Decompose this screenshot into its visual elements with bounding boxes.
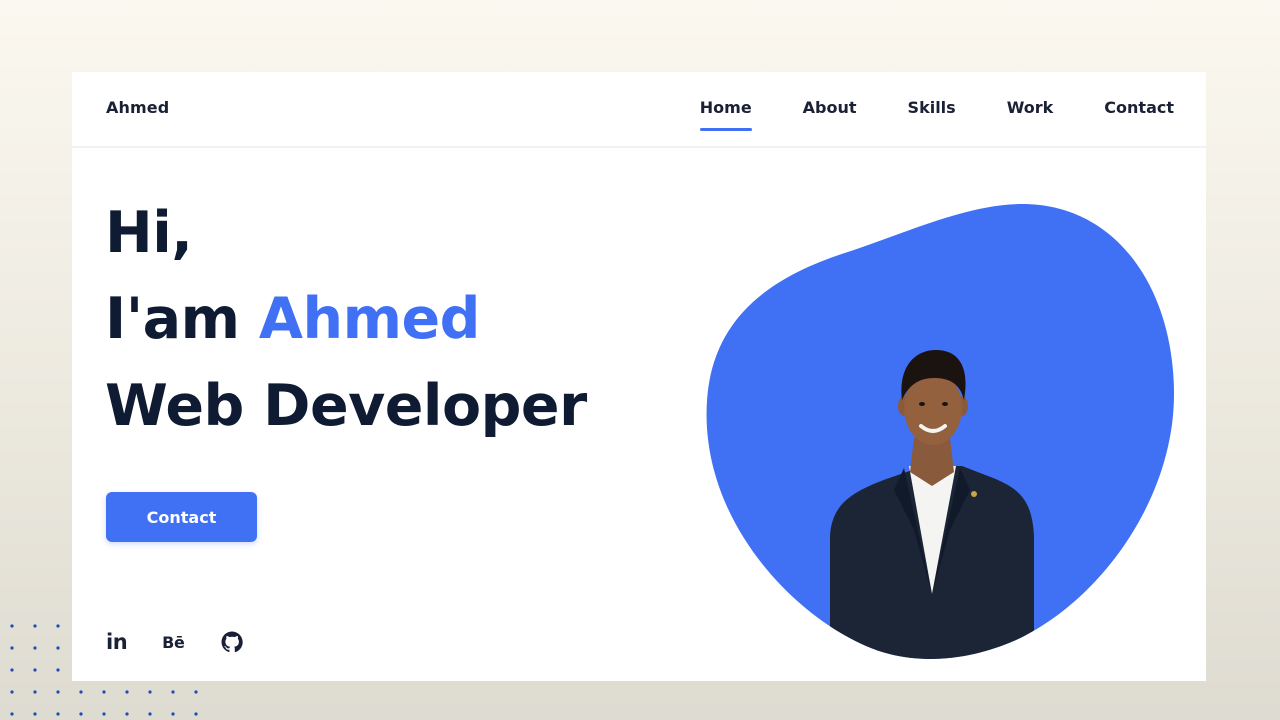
hero-greeting: Hi, xyxy=(105,200,193,266)
hero-portrait xyxy=(706,204,1174,659)
social-links: in Bē xyxy=(106,629,244,655)
github-icon[interactable] xyxy=(220,629,244,655)
nav-skills-link[interactable]: Skills xyxy=(908,98,956,117)
contact-button[interactable]: Contact xyxy=(106,492,257,542)
hero-name: Ahmed xyxy=(258,286,481,352)
nav-contact-link[interactable]: Contact xyxy=(1104,98,1174,117)
site-logo[interactable]: Ahmed xyxy=(106,98,169,117)
hero-role: Web Developer xyxy=(105,373,587,439)
nav-about-link[interactable]: About xyxy=(803,98,857,117)
github-logo-shape xyxy=(221,631,243,653)
portfolio-page-card: Ahmed Home About Skills Work Contact Hi,… xyxy=(72,72,1206,681)
hero-intro: I'am Ahmed xyxy=(105,286,480,352)
nav-home-link[interactable]: Home xyxy=(699,98,752,131)
nav-links: Home About Skills Work Contact xyxy=(699,98,1174,131)
behance-icon[interactable]: Bē xyxy=(162,629,185,655)
linkedin-glyph: in xyxy=(106,630,128,654)
linkedin-icon[interactable]: in xyxy=(106,629,128,655)
nav-work-link[interactable]: Work xyxy=(1007,98,1054,117)
hero-intro-prefix: I'am xyxy=(105,286,259,352)
top-navbar: Ahmed Home About Skills Work Contact xyxy=(72,72,1206,148)
behance-glyph: Bē xyxy=(162,632,185,652)
